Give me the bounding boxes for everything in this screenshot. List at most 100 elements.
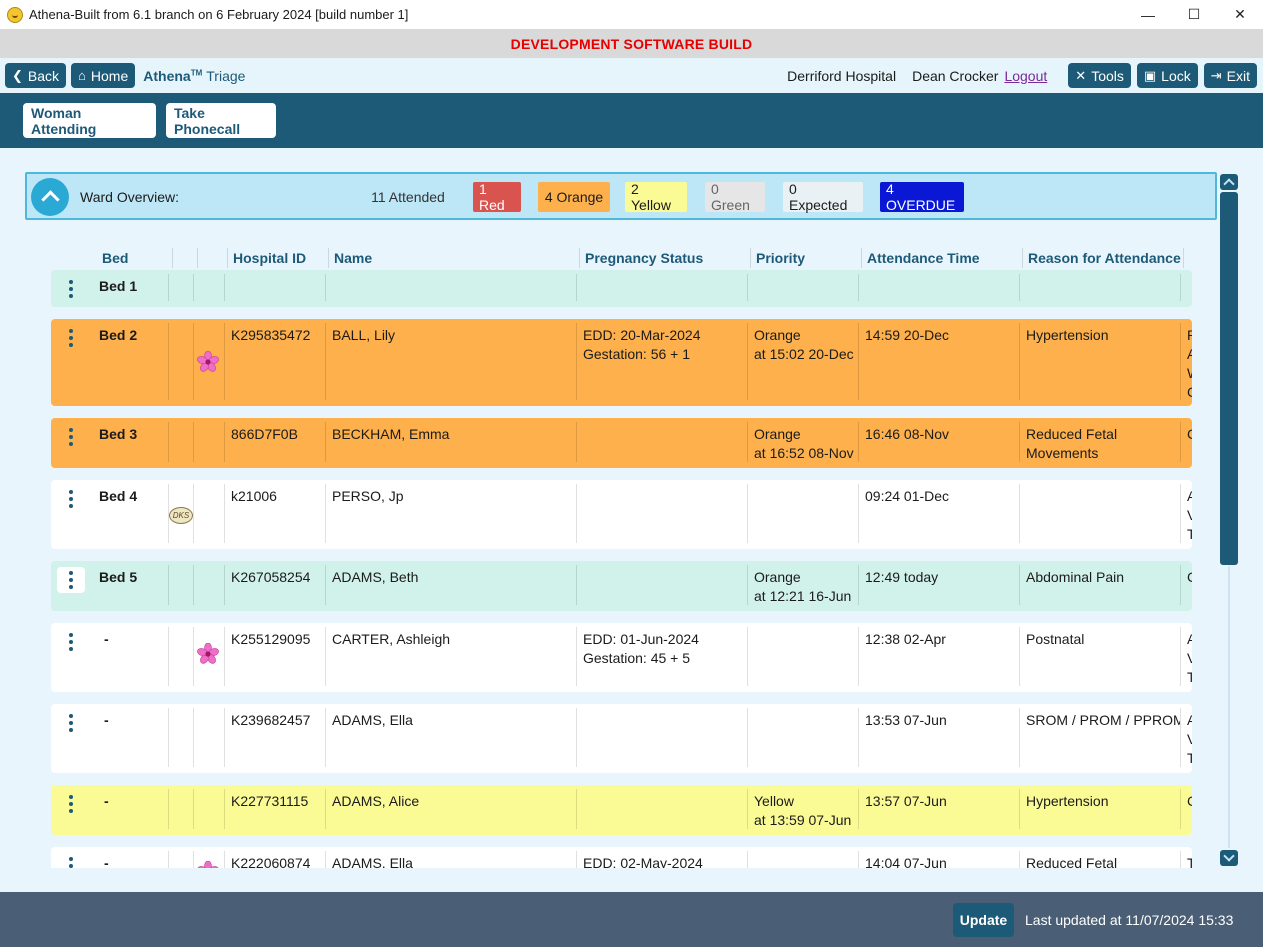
table-row[interactable]: Bed 1 (51, 270, 1192, 307)
cell-icon (194, 422, 225, 462)
nav-bar: ❮ Back ⌂ Home AthenaTM Triage Derriford … (0, 58, 1263, 93)
vertical-scrollbar[interactable] (1220, 174, 1238, 868)
cell-hospital-id: K227731115 (225, 789, 326, 829)
chip-overdue[interactable]: 4 OVERDUE (880, 181, 964, 213)
table-row[interactable]: Bed 3 866D7F0B BECKHAM, Emma Orange at 16… (51, 418, 1192, 468)
cell-reason: Reduced Fetal Movements (1020, 422, 1181, 462)
lock-icon: ▣ (1143, 68, 1157, 83)
row-menu-icon[interactable] (57, 325, 85, 351)
cell-icon (194, 789, 225, 829)
cell-alert (169, 789, 194, 829)
update-button[interactable]: Update (953, 903, 1014, 937)
lock-button[interactable]: ▣ Lock (1136, 63, 1198, 88)
cell-bed: Bed 1 (93, 274, 169, 301)
cell-extra: C (1181, 789, 1192, 829)
row-menu-icon[interactable] (57, 791, 85, 817)
header-reason[interactable]: Reason for Attendance (1022, 246, 1181, 270)
cell-hospital-id: K267058254 (225, 565, 326, 605)
row-menu-icon[interactable] (57, 629, 85, 655)
home-button[interactable]: ⌂ Home (71, 63, 136, 88)
action-band: Woman Attending Take Phonecall (0, 93, 1263, 148)
cell-priority (748, 851, 859, 868)
chip-green[interactable]: 0 Green (705, 181, 765, 213)
ward-overview-label: Ward Overview: (80, 189, 180, 205)
table-row[interactable]: Bed 4 DKS k21006 PERSO, Jp 09:24 01-Dec … (51, 480, 1192, 549)
cell-bed: - (93, 627, 169, 686)
cell-extra: T (1187, 855, 1192, 868)
cell-hospital-id (225, 274, 326, 301)
scroll-thumb[interactable] (1220, 192, 1238, 565)
cell-priority (748, 708, 859, 767)
scroll-down-icon[interactable] (1220, 850, 1238, 866)
take-phonecall-button[interactable]: Take Phonecall (166, 103, 276, 138)
cell-pregnancy (577, 789, 748, 829)
row-menu-icon[interactable] (57, 853, 85, 868)
tools-button[interactable]: ✕ Tools (1068, 63, 1131, 88)
row-menu-icon[interactable] (57, 424, 85, 450)
woman-attending-button[interactable]: Woman Attending (23, 103, 156, 138)
close-icon[interactable]: ✕ (1217, 0, 1263, 29)
maximize-icon[interactable]: ☐ (1171, 0, 1217, 29)
cell-icon (194, 274, 225, 301)
cell-icon (194, 627, 225, 686)
dev-build-text: DEVELOPMENT SOFTWARE BUILD (510, 35, 753, 52)
scroll-up-icon[interactable] (1220, 174, 1238, 190)
flower-icon (197, 351, 219, 372)
cell-pregnancy (577, 484, 748, 543)
header-attendance-time[interactable]: Attendance Time (861, 246, 980, 270)
table-row[interactable]: - K239682457 ADAMS, Ella 13:53 07-Jun SR… (51, 704, 1192, 773)
cell-reason: Abdominal Pain (1020, 565, 1181, 605)
row-menu-icon[interactable] (57, 710, 85, 736)
row-menu-icon[interactable] (57, 567, 85, 593)
cell-pregnancy (577, 274, 748, 301)
dks-badge-icon: DKS (169, 507, 193, 524)
header-hospital-id[interactable]: Hospital ID (227, 246, 306, 270)
chip-attended[interactable]: 11 Attended (363, 182, 453, 212)
cell-priority (748, 627, 859, 686)
header-priority[interactable]: Priority (750, 246, 805, 270)
back-button[interactable]: ❮ Back (5, 63, 67, 88)
cell-attendance: 12:49 today (859, 565, 1020, 605)
cell-pregnancy (577, 708, 748, 767)
footer-bar: Update Last updated at 11/07/2024 15:33 (0, 892, 1263, 947)
table-row[interactable]: - K222060874 ADAMS, Ella EDD: 02-May-202… (51, 847, 1192, 868)
home-label: Home (90, 67, 129, 84)
cell-priority: Yellow at 13:59 07-Jun (748, 789, 859, 829)
cell-icon (194, 323, 225, 400)
chip-yellow[interactable]: 2 Yellow (625, 181, 687, 213)
cell-bed: Bed 5 (93, 565, 169, 605)
logout-link[interactable]: Logout (1004, 68, 1047, 84)
minimize-icon[interactable]: — (1125, 0, 1171, 29)
table-row[interactable]: - K255129095 CARTER, Ashleigh EDD: 01-Ju… (51, 623, 1192, 692)
chip-expected[interactable]: 0 Expected (783, 181, 863, 213)
table-row[interactable]: Bed 2 K295835472 BALL, Lily EDD: 20-Mar-… (51, 319, 1192, 406)
tools-icon: ✕ (1075, 68, 1087, 83)
header-bed[interactable]: Bed (96, 246, 128, 270)
lock-label: Lock (1161, 67, 1191, 84)
row-menu-icon[interactable] (57, 276, 85, 302)
row-menu-icon[interactable] (57, 486, 85, 512)
cell-attendance: 16:46 08-Nov (859, 422, 1020, 462)
cell-attendance: 13:53 07-Jun (859, 708, 1020, 767)
chip-red[interactable]: 1 Red (473, 181, 521, 213)
cell-pregnancy: EDD: 20-Mar-2024 Gestation: 56 + 1 (577, 323, 748, 400)
window-controls: — ☐ ✕ (1125, 0, 1263, 29)
cell-reason (1020, 274, 1181, 301)
brand-name: AthenaTM (143, 67, 203, 84)
cell-bed: Bed 3 (93, 422, 169, 462)
chip-orange[interactable]: 4 Orange (538, 182, 610, 212)
collapse-overview-button[interactable] (31, 178, 69, 216)
table-row[interactable]: Bed 5 K267058254 ADAMS, Beth Orange at 12… (51, 561, 1192, 611)
header-pregnancy-status[interactable]: Pregnancy Status (579, 246, 703, 270)
ward-overview: Ward Overview: 11 Attended 1 Red 4 Orang… (25, 172, 1217, 220)
header-name[interactable]: Name (328, 246, 372, 270)
back-label: Back (27, 67, 60, 84)
table-row[interactable]: - K227731115 ADAMS, Alice Yellow at 13:59… (51, 785, 1192, 835)
cell-priority: Orange at 16:52 08-Nov (748, 422, 859, 462)
tools-label: Tools (1091, 67, 1124, 84)
cell-alert (169, 565, 194, 605)
exit-button[interactable]: ⇥ Exit (1203, 63, 1257, 88)
cell-name (326, 274, 577, 301)
cell-alert (169, 323, 194, 400)
cell-extra: AVT (1187, 631, 1192, 685)
